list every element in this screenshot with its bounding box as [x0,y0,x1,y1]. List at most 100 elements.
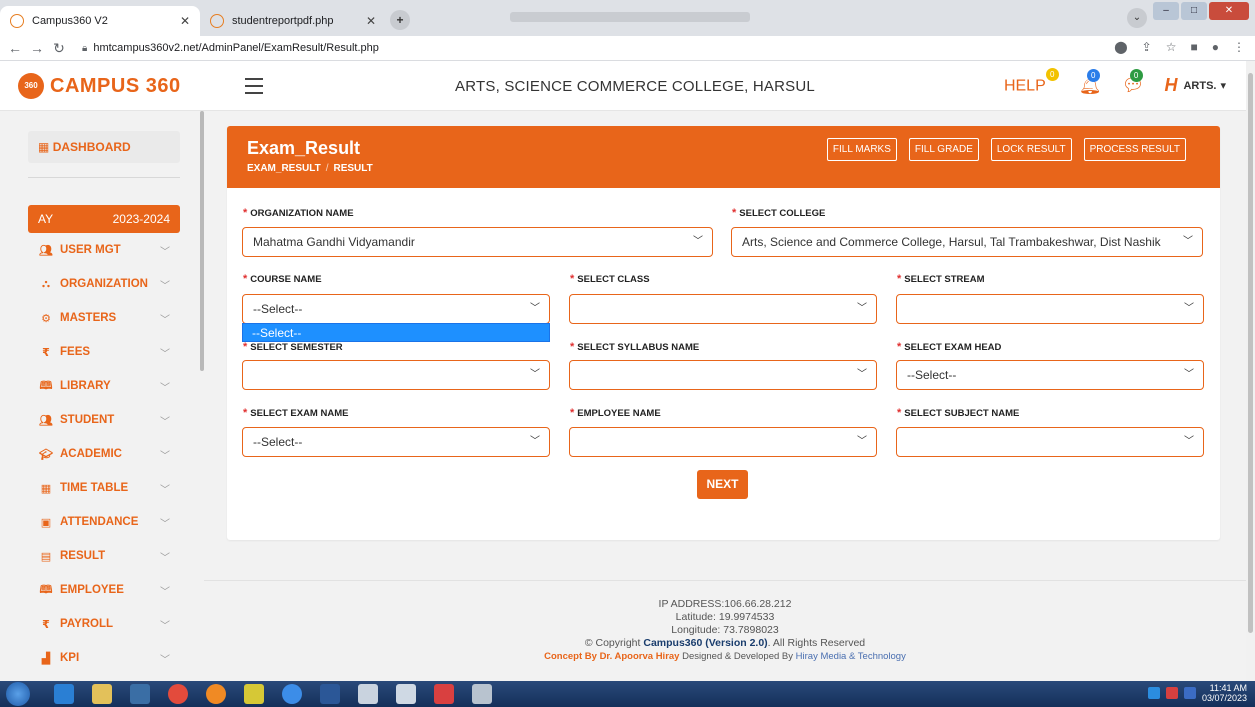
fill-marks-button[interactable]: FILL MARKS [826,138,897,161]
stream-select[interactable]: ﹀ [896,294,1204,324]
minimize-icon[interactable]: – [1153,2,1179,20]
chevron-down-icon: ﹀ [160,314,170,326]
chevron-down-icon: ﹀ [530,303,540,314]
next-button[interactable]: NEXT [697,470,748,499]
developer-link[interactable]: Hiray Media & Technology [796,651,906,662]
file-explorer-icon[interactable] [92,684,112,704]
college-select[interactable]: Arts, Science and Commerce College, Hars… [731,227,1203,257]
message-icon[interactable]: 💬︎ 0 [1122,69,1144,96]
media-player-icon[interactable] [130,684,150,704]
sidebar-item-attendance[interactable]: ▣ ATTENDANCE ﹀ [28,505,180,539]
drive-icon[interactable] [472,684,492,704]
breadcrumb-item[interactable]: EXAM_RESULT [247,163,321,174]
result-icon: ▤ [40,550,52,563]
menu-kebab-icon[interactable]: ⋮ [1233,40,1245,54]
tray-flag-icon[interactable] [1183,687,1196,699]
profile-icon[interactable]: ● [1212,40,1219,54]
course-name-select[interactable]: --Select-- ﹀ [242,294,550,324]
exam-head-select[interactable]: --Select-- ﹀ [896,360,1204,390]
maximize-icon[interactable]: □ [1181,2,1207,20]
new-tab-button[interactable]: + [390,10,410,30]
sidebar-item-kpi[interactable]: ▟ KPI ﹀ [28,641,180,675]
firefox-icon[interactable] [206,684,226,704]
academic-year-selector[interactable]: AY 2023-2024 [28,205,180,233]
fill-grade-button[interactable]: FILL GRADE [908,138,979,161]
chrome-icon[interactable] [168,684,188,704]
page-scrollbar[interactable] [1246,61,1255,681]
notification-bell-icon[interactable]: 🔔︎ 0 [1079,69,1102,96]
dashboard-icon: ▦ [38,140,50,154]
close-icon[interactable]: ✕ [366,14,376,28]
url-text: hmtcampus360v2.net/AdminPanel/ExamResult… [93,42,379,54]
help-link[interactable]: HELP0 [1004,68,1059,95]
breadcrumb-item: RESULT [333,163,373,174]
sidebar-toggle-icon[interactable]: ■ [1191,40,1198,54]
sidebar-item-dashboard[interactable]: ▦ DASHBOARD [28,131,180,163]
internet-explorer-icon[interactable] [54,684,74,704]
class-select[interactable]: ﹀ [569,294,877,324]
ay-value: 2023-2024 [112,212,170,226]
url-field[interactable]: 🔒︎ hmtcampus360v2.net/AdminPanel/ExamRes… [82,39,379,58]
sidebar-item-masters[interactable]: ⚙ MASTERS ﹀ [28,301,180,335]
bookmark-star-icon[interactable]: ☆ [1166,40,1177,54]
sidebar-item-user-mgt[interactable]: 👥︎ USER MGT ﹀ [28,233,180,267]
start-button[interactable] [6,682,30,706]
sidebar-item-academic[interactable]: 🎓︎ ACADEMIC ﹀ [28,437,180,471]
help-count-badge: 0 [1045,68,1059,82]
os-taskbar: 11:41 AM 03/07/2023 [0,681,1255,707]
reload-icon[interactable]: ↻ [48,40,70,57]
sidebar-item-label: ACADEMIC [60,448,122,460]
sidebar-item-fees[interactable]: ₹ FEES ﹀ [28,335,180,369]
word-icon[interactable] [320,684,340,704]
tray-antivirus-icon[interactable] [1165,687,1178,699]
close-window-icon[interactable]: ✕ [1209,2,1249,20]
back-icon[interactable]: ← [4,40,26,56]
share-icon[interactable]: ⇪ [1142,40,1152,54]
calendar-icon: ▦ [40,482,52,495]
sidebar-scrollbar[interactable] [200,111,204,371]
acrobat-icon[interactable] [396,684,416,704]
semester-select[interactable]: ﹀ [242,360,550,390]
copyright: © Copyright Campus360 (Version 2.0). All… [584,637,866,649]
course-dropdown-option[interactable]: --Select-- [242,323,550,342]
browser-tab[interactable]: Campus360 V2 ✕ [0,6,200,36]
lock-result-button[interactable]: LOCK RESULT [990,138,1072,161]
browser-tab[interactable]: studentreportpdf.php ✕ [200,6,386,36]
system-clock[interactable]: 11:41 AM 03/07/2023 [1202,683,1247,703]
process-result-button[interactable]: PROCESS RESULT [1083,138,1186,161]
user-menu[interactable]: H ARTS. ▾ [1164,75,1226,96]
employee-name-select[interactable]: ﹀ [569,427,877,457]
exam-name-select[interactable]: --Select-- ﹀ [242,427,550,457]
subject-name-select[interactable]: ﹀ [896,427,1204,457]
sidebar-item-label: RESULT [60,550,106,562]
syllabus-select[interactable]: ﹀ [569,360,877,390]
system-tray: 11:41 AM 03/07/2023 [1147,683,1247,703]
course-name-value: --Select-- [253,302,303,316]
sidebar-item-employee[interactable]: 🕮︎ EMPLOYEE ﹀ [28,573,180,607]
clipboard-icon: ▣ [40,516,52,529]
document-viewer-icon[interactable] [358,684,378,704]
tab-search-button[interactable]: ⌄ [1127,8,1147,28]
chrome-profile-icon[interactable] [282,684,302,704]
chevron-down-icon: ﹀ [160,518,170,530]
forward-icon[interactable]: → [26,40,48,56]
sidebar-item-student[interactable]: 👥︎ STUDENT ﹀ [28,403,180,437]
anydesk-icon[interactable] [434,684,454,704]
chevron-down-icon: ﹀ [857,436,867,447]
location-icon[interactable]: ⬤ [1114,40,1127,54]
org-name-select[interactable]: Mahatma Gandhi Vidyamandir ﹀ [242,227,713,257]
card-header: Exam_Result EXAM_RESULT / RESULT FILL MARK… [227,126,1220,188]
sidebar-item-library[interactable]: 🕮︎ LIBRARY ﹀ [28,369,180,403]
gist-ism-icon[interactable] [244,684,264,704]
close-icon[interactable]: ✕ [180,14,190,28]
scrollbar-thumb[interactable] [1248,73,1253,633]
sidebar-item-label: STUDENT [60,414,115,426]
sidebar-item-time-table[interactable]: ▦ TIME TABLE ﹀ [28,471,180,505]
sidebar-item-result[interactable]: ▤ RESULT ﹀ [28,539,180,573]
sidebar-item-organization[interactable]: ⛬ ORGANIZATION ﹀ [28,267,180,301]
background-window-title [510,12,750,22]
address-bar: ← → ↻ 🔒︎ hmtcampus360v2.net/AdminPanel/E… [0,36,1255,61]
chevron-down-icon: ﹀ [857,369,867,380]
tray-network-icon[interactable] [1147,687,1160,699]
sidebar-item-payroll[interactable]: ₹ PAYROLL ﹀ [28,607,180,641]
